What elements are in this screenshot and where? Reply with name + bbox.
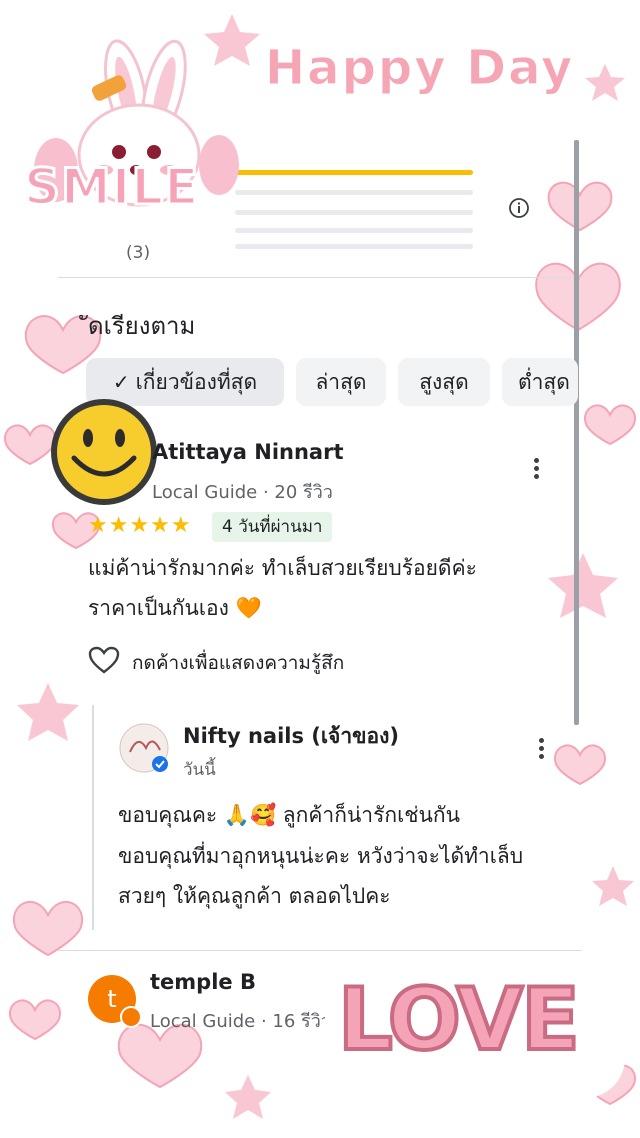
local-guide-badge-icon — [120, 1006, 142, 1028]
react-hint[interactable]: กดค้างเพื่อแสดงความรู้สึก — [132, 648, 344, 678]
owner-name[interactable]: Nifty nails (เจ้าของ) — [183, 720, 399, 753]
star-icon — [585, 64, 625, 101]
review-time-badge: 4 วันที่ผ่านมา — [212, 512, 333, 542]
heart-icon — [12, 900, 84, 957]
rating-bar-4 — [235, 190, 473, 195]
sort-chip-highest[interactable]: สูงสุด — [398, 358, 490, 406]
avatar[interactable] — [50, 398, 158, 506]
reply-text-line: สวยๆ ให้คุณลูกค้า ตลอดไปคะ — [118, 884, 391, 908]
chip-label: ต่ำสุด — [518, 369, 570, 394]
sort-chip-lowest[interactable]: ต่ำสุด — [502, 358, 578, 406]
reviewer-meta: Local Guide · 16 รีวิว — [150, 1011, 331, 1032]
reply-text-line: ขอบคุณคะ 🙏🥰 ลูกค้าก็น่ารักเช่นกัน — [118, 803, 460, 827]
more-options-icon[interactable] — [539, 738, 545, 762]
reply-thread-line — [92, 705, 94, 930]
divider — [58, 277, 582, 278]
sort-label: ัดเรียงตาม — [88, 312, 196, 340]
sort-chip-newest[interactable]: ล่าสุด — [296, 358, 386, 406]
heart-icon — [547, 181, 613, 232]
review-count: (3) — [126, 243, 151, 263]
star-icon — [225, 1075, 271, 1119]
star-rating: ★★★★★ — [88, 513, 192, 538]
star-icon — [592, 866, 634, 906]
rating-bar-3 — [235, 210, 473, 215]
review-text-line: ราคาเป็นกันเอง 🧡 — [88, 596, 262, 620]
banner-title: Happy Day — [264, 40, 575, 97]
heart-icon — [583, 404, 637, 446]
rating-bar-1 — [235, 244, 473, 249]
divider — [58, 950, 582, 951]
smile-sticker-text: SMILE — [22, 157, 200, 218]
avatar-letter: t — [107, 985, 117, 1013]
owner-avatar[interactable] — [118, 722, 170, 774]
reply-time: วันนี้ — [183, 760, 216, 780]
heart-icon — [3, 424, 57, 466]
reviewer-name[interactable]: temple B — [150, 970, 256, 994]
more-options-icon[interactable] — [534, 458, 540, 482]
star-icon — [548, 553, 618, 618]
rating-bar-5 — [235, 170, 473, 175]
heart-outline-icon[interactable] — [88, 646, 120, 674]
scrollbar[interactable] — [574, 140, 579, 725]
reviewer-meta: Local Guide · 20 รีวิว — [152, 482, 333, 503]
chip-label: สูงสุด — [419, 369, 469, 394]
reply-text-line: ขอบคุณที่มาอุกหนุนน่ะคะ หวังว่าจะได้ทำเล… — [118, 844, 524, 868]
check-icon: ✓ — [112, 370, 130, 394]
chip-label: เกี่ยวข้องที่สุด — [135, 369, 258, 394]
rating-bar-2 — [235, 228, 473, 233]
love-sticker-text: LOVE — [336, 968, 582, 1072]
chip-label: ล่าสุด — [315, 369, 367, 394]
review-text-line: แม่ค้าน่ารักมากค่ะ ทำเล็บสวยเรียบร้อยดีค… — [88, 556, 477, 580]
heart-icon — [553, 744, 607, 786]
star-icon — [17, 683, 79, 741]
heart-icon — [8, 999, 62, 1041]
reviewer-name[interactable]: Atittaya Ninnart — [152, 440, 344, 464]
info-icon[interactable] — [508, 197, 530, 219]
